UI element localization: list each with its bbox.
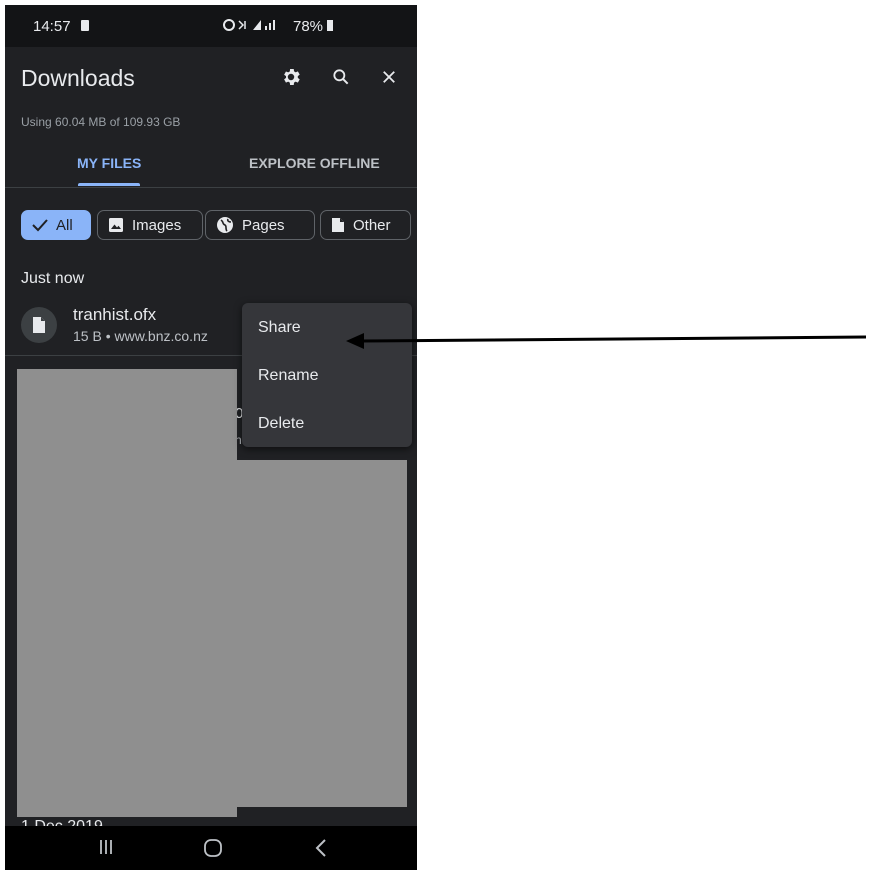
close-icon[interactable] bbox=[375, 63, 403, 91]
tab-my-files[interactable]: MY FILES bbox=[77, 155, 141, 171]
file-name: tranhist.ofx bbox=[73, 305, 157, 324]
filter-chips: All Images Pages Other bbox=[21, 210, 417, 242]
redaction-block bbox=[17, 369, 237, 817]
menu-item-rename[interactable]: Rename bbox=[258, 367, 318, 385]
battery-icon bbox=[327, 20, 333, 31]
filter-chip-pages[interactable]: Pages bbox=[205, 210, 315, 240]
battery-percent: 78% bbox=[293, 18, 324, 35]
storage-usage: Using 60.04 MB of 109.93 GB bbox=[21, 115, 181, 129]
tab-indicator bbox=[78, 183, 140, 186]
context-menu: Share Rename Delete bbox=[242, 303, 412, 447]
gear-icon[interactable] bbox=[277, 63, 305, 91]
recents-icon[interactable] bbox=[97, 838, 115, 856]
filter-chip-all[interactable]: All bbox=[21, 210, 91, 240]
image-icon bbox=[109, 218, 123, 232]
filter-chip-label: Images bbox=[132, 216, 182, 234]
page-title: Downloads bbox=[21, 65, 135, 91]
check-icon bbox=[32, 219, 48, 232]
file-icon bbox=[21, 307, 57, 343]
status-indicator-icons bbox=[223, 19, 275, 31]
menu-item-share[interactable]: Share bbox=[258, 319, 301, 337]
sim-icon bbox=[81, 20, 89, 31]
status-time: 14:57 bbox=[33, 18, 71, 35]
navigation-bar bbox=[5, 826, 417, 870]
filter-chip-images[interactable]: Images bbox=[97, 210, 203, 240]
filter-chip-other[interactable]: Other bbox=[320, 210, 411, 240]
globe-icon bbox=[217, 217, 233, 233]
filter-chip-label: Other bbox=[353, 216, 391, 234]
app-bar: Downloads bbox=[5, 47, 417, 109]
back-icon[interactable] bbox=[313, 838, 329, 858]
filter-chip-label: Pages bbox=[242, 216, 285, 234]
tab-bar: MY FILES EXPLORE OFFLINE bbox=[5, 145, 417, 188]
search-icon[interactable] bbox=[327, 63, 355, 91]
file-meta: 15 B • www.bnz.co.nz bbox=[73, 328, 208, 344]
section-header-just-now: Just now bbox=[21, 270, 85, 287]
status-bar: 14:57 78% bbox=[5, 5, 417, 47]
phone-screen: 14:57 78% Downloads Using 60.04 MB of 10 bbox=[5, 5, 417, 870]
file-icon bbox=[332, 218, 344, 232]
filter-chip-label: All bbox=[56, 216, 73, 234]
tab-explore-offline[interactable]: EXPLORE OFFLINE bbox=[249, 155, 380, 171]
menu-item-delete[interactable]: Delete bbox=[258, 415, 304, 433]
status-indicators bbox=[223, 18, 283, 35]
redaction-block bbox=[237, 460, 407, 807]
home-icon[interactable] bbox=[203, 838, 223, 858]
